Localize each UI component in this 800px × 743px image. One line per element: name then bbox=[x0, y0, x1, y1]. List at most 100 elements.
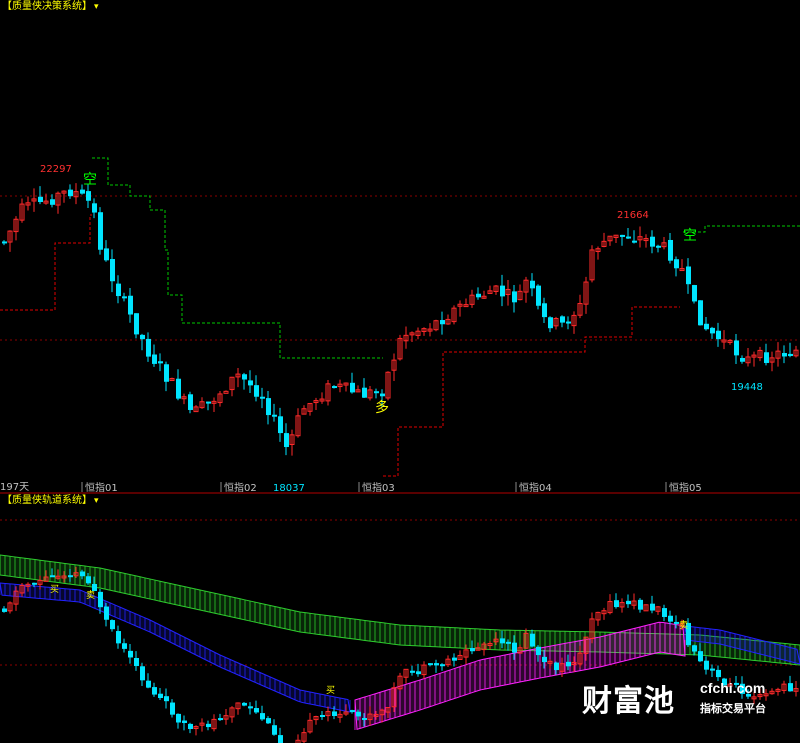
candle-body bbox=[260, 713, 265, 720]
candle-body bbox=[686, 266, 691, 285]
candle-body bbox=[68, 575, 73, 578]
candle-body bbox=[2, 608, 7, 612]
buy-signal-1: 买 bbox=[50, 584, 59, 595]
candle-body bbox=[362, 387, 367, 398]
short-stop-line bbox=[683, 225, 800, 233]
candle-body bbox=[206, 401, 211, 404]
candle-body bbox=[662, 608, 667, 617]
candle-body bbox=[110, 620, 115, 630]
candle-body bbox=[620, 234, 625, 237]
candle-body bbox=[92, 584, 97, 591]
month-label: 恒指05 bbox=[669, 481, 702, 494]
sell-signal-1: 卖 bbox=[86, 590, 95, 601]
candle-body bbox=[542, 656, 547, 663]
dropdown-arrow-icon[interactable]: ▾ bbox=[94, 2, 99, 12]
candle-body bbox=[350, 382, 355, 393]
candles-top bbox=[2, 183, 799, 456]
candle-body bbox=[104, 248, 109, 261]
candle-body bbox=[116, 283, 121, 297]
candle-body bbox=[440, 320, 445, 325]
candle-body bbox=[146, 680, 151, 688]
candle-body bbox=[110, 259, 115, 282]
candle-body bbox=[152, 354, 157, 364]
short-signal-2: 空 bbox=[683, 228, 697, 244]
candle-body bbox=[320, 715, 325, 718]
candle-body bbox=[188, 394, 193, 410]
top-panel-title-text: 【质量侠决策系统】 bbox=[2, 1, 92, 12]
candle-body bbox=[350, 710, 355, 713]
candle-body bbox=[104, 606, 109, 620]
candle-body bbox=[764, 352, 769, 363]
candle-body bbox=[272, 414, 277, 417]
candle-body bbox=[626, 236, 631, 239]
dropdown-arrow-icon[interactable]: ▾ bbox=[94, 496, 99, 506]
candle-body bbox=[668, 239, 673, 261]
candle-body bbox=[134, 658, 139, 667]
candle-body bbox=[2, 241, 7, 244]
candle-body bbox=[542, 303, 547, 318]
candle-body bbox=[152, 687, 157, 695]
candle-body bbox=[788, 683, 793, 692]
candle-body bbox=[566, 321, 571, 324]
candle-body bbox=[710, 327, 715, 334]
candle-body bbox=[638, 599, 643, 610]
candle-body bbox=[248, 380, 253, 386]
candle-body bbox=[740, 357, 745, 362]
candle-body bbox=[434, 663, 439, 666]
candle-body bbox=[380, 393, 385, 397]
candle-body bbox=[536, 646, 541, 656]
candle-body bbox=[668, 615, 673, 622]
candle-body bbox=[128, 295, 133, 315]
candle-body bbox=[140, 666, 145, 681]
candle-body bbox=[614, 600, 619, 608]
candle-body bbox=[278, 735, 283, 743]
candle-body bbox=[158, 361, 163, 364]
candle-body bbox=[356, 711, 361, 717]
high-label-1: 22297 bbox=[40, 164, 72, 175]
candle-body bbox=[332, 711, 337, 717]
candle-body bbox=[80, 189, 85, 194]
candle-body bbox=[86, 191, 91, 201]
candle-body bbox=[698, 651, 703, 662]
stop-lines bbox=[0, 157, 800, 477]
candle-body bbox=[98, 591, 103, 608]
candle-body bbox=[50, 199, 55, 205]
candle-body bbox=[734, 340, 739, 356]
candle-body bbox=[512, 291, 517, 303]
candle-body bbox=[716, 330, 721, 340]
low-label-2: 19448 bbox=[731, 382, 763, 393]
bottom-panel-title[interactable]: 【质量侠轨道系统】 ▾ bbox=[2, 495, 99, 507]
candle-body bbox=[440, 664, 445, 667]
time-axis: 197天 恒指01 恒指02 恒指03 恒指04 恒指05 bbox=[0, 481, 702, 494]
candle-body bbox=[272, 725, 277, 735]
candle-body bbox=[32, 582, 37, 585]
candle-body bbox=[362, 717, 367, 720]
candle-body bbox=[122, 643, 127, 649]
candle-body bbox=[656, 245, 661, 248]
candle-body bbox=[50, 575, 55, 578]
top-panel-title[interactable]: 【质量侠决策系统】 ▾ bbox=[2, 1, 99, 13]
month-label: 恒指02 bbox=[224, 481, 257, 494]
brand-site: cfchi.com bbox=[700, 680, 766, 696]
brand-slogan: 指标交易平台 bbox=[700, 702, 766, 715]
candle-body bbox=[428, 663, 433, 666]
candle-body bbox=[116, 631, 121, 644]
candle-body bbox=[704, 660, 709, 670]
candle-body bbox=[332, 386, 337, 389]
candle-body bbox=[554, 662, 559, 671]
candle-body bbox=[500, 638, 505, 644]
candle-body bbox=[242, 374, 247, 380]
candle-body bbox=[548, 317, 553, 329]
candle-body bbox=[416, 671, 421, 675]
candle-body bbox=[566, 661, 571, 667]
candle-body bbox=[164, 364, 169, 382]
candle-body bbox=[266, 398, 271, 416]
candle-body bbox=[218, 718, 223, 721]
month-label: 恒指01 bbox=[85, 481, 118, 494]
candle-body bbox=[530, 633, 535, 647]
candle-body bbox=[284, 433, 289, 448]
candle-body bbox=[476, 293, 481, 298]
chart-canvas[interactable]: 197天 恒指01 恒指02 恒指03 恒指04 恒指05 22297 21664 180… bbox=[0, 0, 800, 743]
low-label-1: 18037 bbox=[273, 483, 305, 494]
month-label: 恒指03 bbox=[362, 481, 395, 494]
